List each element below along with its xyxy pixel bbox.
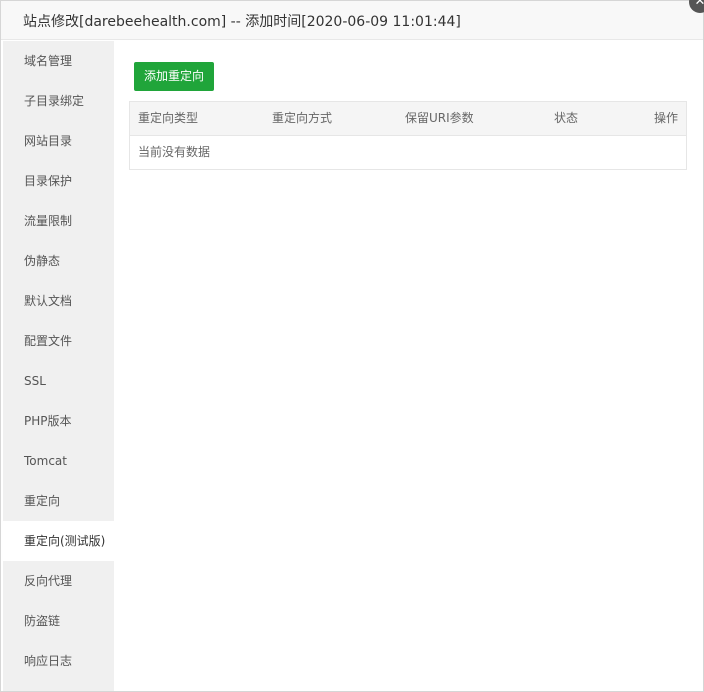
empty-table-message: 当前没有数据 bbox=[138, 145, 211, 159]
column-header-keep-uri-params: 保留URI参数 bbox=[405, 111, 474, 125]
sidebar-item-directory-protection[interactable]: 目录保护 bbox=[3, 161, 114, 201]
sidebar-item-rewrite[interactable]: 伪静态 bbox=[3, 241, 114, 281]
add-redirect-button[interactable]: 添加重定向 bbox=[134, 62, 215, 91]
sidebar-item-site-directory[interactable]: 网站目录 bbox=[3, 121, 114, 161]
sidebar-item-reverse-proxy[interactable]: 反向代理 bbox=[3, 561, 114, 601]
column-header-status: 状态 bbox=[554, 111, 579, 125]
sidebar: 域名管理 子目录绑定 网站目录 目录保护 流量限制 伪静态 默认文档 配置文件 … bbox=[3, 41, 114, 691]
sidebar-item-php-version[interactable]: PHP版本 bbox=[3, 401, 114, 441]
column-header-redirect-type: 重定向类型 bbox=[138, 111, 199, 125]
column-header-redirect-method: 重定向方式 bbox=[272, 111, 333, 125]
dialog-title: 站点修改[darebeehealth.com] -- 添加时间[2020-06-… bbox=[23, 14, 461, 30]
sidebar-item-response-log[interactable]: 响应日志 bbox=[3, 641, 114, 681]
sidebar-item-config-file[interactable]: 配置文件 bbox=[3, 321, 114, 361]
sidebar-item-traffic-limit[interactable]: 流量限制 bbox=[3, 201, 114, 241]
table-body: 当前没有数据 bbox=[130, 136, 686, 169]
sidebar-item-ssl[interactable]: SSL bbox=[3, 361, 114, 401]
table-header: 重定向类型 重定向方式 保留URI参数 状态 操作 bbox=[130, 102, 686, 136]
sidebar-item-domain-management[interactable]: 域名管理 bbox=[3, 41, 114, 81]
sidebar-item-tomcat[interactable]: Tomcat bbox=[3, 441, 114, 481]
sidebar-item-subdirectory-binding[interactable]: 子目录绑定 bbox=[3, 81, 114, 121]
dialog-titlebar: 站点修改[darebeehealth.com] -- 添加时间[2020-06-… bbox=[1, 1, 703, 40]
column-header-actions: 操作 bbox=[653, 111, 678, 125]
redirect-table: 重定向类型 重定向方式 保留URI参数 状态 操作 当前没有数据 bbox=[129, 101, 687, 170]
main-content: 添加重定向 重定向类型 重定向方式 保留URI参数 状态 操作 当前没有数据 bbox=[114, 41, 703, 691]
sidebar-item-hotlink-protection[interactable]: 防盗链 bbox=[3, 601, 114, 641]
sidebar-item-default-document[interactable]: 默认文档 bbox=[3, 281, 114, 321]
site-edit-dialog: 站点修改[darebeehealth.com] -- 添加时间[2020-06-… bbox=[0, 0, 704, 692]
sidebar-item-redirect[interactable]: 重定向 bbox=[3, 481, 114, 521]
sidebar-item-redirect-beta[interactable]: 重定向(测试版) bbox=[3, 521, 114, 561]
